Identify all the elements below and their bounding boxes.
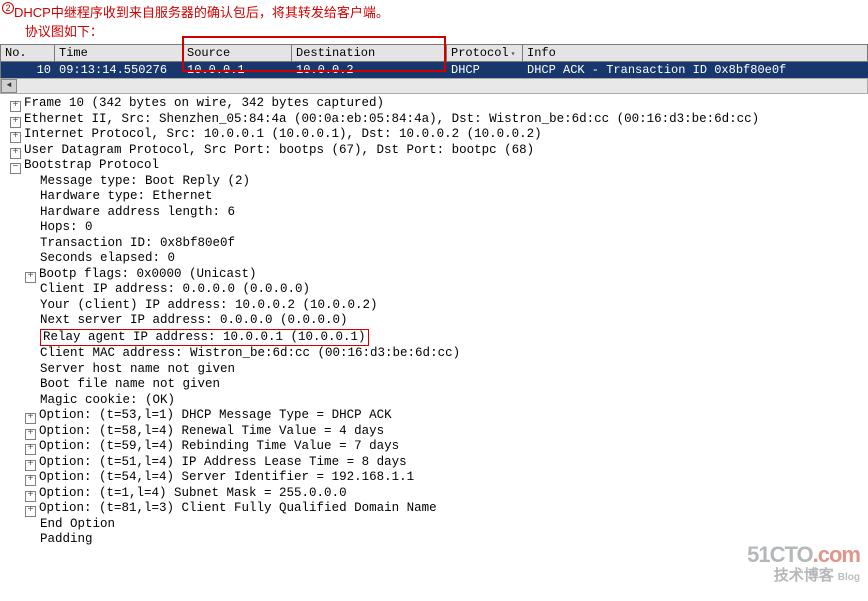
highlight-box-relay: Relay agent IP address: 10.0.0.1 (10.0.0… <box>40 329 369 347</box>
expand-icon[interactable]: + <box>10 101 21 112</box>
cell-time: 09:13:14.550276 <box>55 62 183 78</box>
tree-frame[interactable]: +Frame 10 (342 bytes on wire, 342 bytes … <box>0 96 868 112</box>
cell-no: 10 <box>1 62 55 78</box>
field-your-ip[interactable]: Your (client) IP address: 10.0.0.2 (10.0… <box>0 298 868 314</box>
watermark: 51CTO.com 技术博客Blog <box>747 544 860 583</box>
annotation-bullet: 2 <box>2 2 14 14</box>
tree-bootstrap[interactable]: −Bootstrap Protocol <box>0 158 868 174</box>
field-option-81[interactable]: +Option: (t=81,l=3) Client Fully Qualifi… <box>0 501 868 517</box>
expand-icon[interactable]: + <box>25 272 36 283</box>
field-option-54[interactable]: +Option: (t=54,l=4) Server Identifier = … <box>0 470 868 486</box>
field-seconds[interactable]: Seconds elapsed: 0 <box>0 251 868 267</box>
expand-icon[interactable]: + <box>25 413 36 424</box>
annotation-text: 2 DHCP中继程序收到来自服务器的确认包后，将其转发给客户端。 协议图如下： <box>0 0 868 40</box>
tree-ethernet[interactable]: +Ethernet II, Src: Shenzhen_05:84:4a (00… <box>0 112 868 128</box>
expand-icon[interactable]: + <box>10 117 21 128</box>
field-option-53[interactable]: +Option: (t=53,l=1) DHCP Message Type = … <box>0 408 868 424</box>
cell-info: DHCP ACK - Transaction ID 0x8bf80e0f <box>523 62 868 78</box>
expand-icon[interactable]: + <box>25 506 36 517</box>
tree-udp[interactable]: +User Datagram Protocol, Src Port: bootp… <box>0 143 868 159</box>
field-option-1[interactable]: +Option: (t=1,l=4) Subnet Mask = 255.0.0… <box>0 486 868 502</box>
packet-row-selected[interactable]: 10 09:13:14.550276 10.0.0.1 10.0.0.2 DHC… <box>0 62 868 78</box>
col-destination[interactable]: Destination <box>292 45 447 61</box>
expand-icon[interactable]: + <box>25 491 36 502</box>
field-option-58[interactable]: +Option: (t=58,l=4) Renewal Time Value =… <box>0 424 868 440</box>
field-hw-addr-len[interactable]: Hardware address length: 6 <box>0 205 868 221</box>
expand-icon[interactable]: + <box>10 132 21 143</box>
sort-arrow-icon: ▾ <box>511 50 516 59</box>
field-hardware-type[interactable]: Hardware type: Ethernet <box>0 189 868 205</box>
cell-destination: 10.0.0.2 <box>292 62 447 78</box>
field-magic-cookie[interactable]: Magic cookie: (OK) <box>0 393 868 409</box>
field-hops[interactable]: Hops: 0 <box>0 220 868 236</box>
field-next-server-ip[interactable]: Next server IP address: 0.0.0.0 (0.0.0.0… <box>0 313 868 329</box>
packet-list-header: No. Time Source Destination Protocol▾ In… <box>0 44 868 62</box>
col-info[interactable]: Info <box>523 45 868 61</box>
scroll-left-icon[interactable]: ◄ <box>1 79 17 93</box>
field-server-host[interactable]: Server host name not given <box>0 362 868 378</box>
field-end-option[interactable]: End Option <box>0 517 868 533</box>
field-option-51[interactable]: +Option: (t=51,l=4) IP Address Lease Tim… <box>0 455 868 471</box>
cell-protocol: DHCP <box>447 62 523 78</box>
col-time[interactable]: Time <box>55 45 183 61</box>
field-transaction-id[interactable]: Transaction ID: 0x8bf80e0f <box>0 236 868 252</box>
expand-icon[interactable]: + <box>25 475 36 486</box>
collapse-icon[interactable]: − <box>10 163 21 174</box>
tree-ip[interactable]: +Internet Protocol, Src: 10.0.0.1 (10.0.… <box>0 127 868 143</box>
field-boot-file[interactable]: Boot file name not given <box>0 377 868 393</box>
horizontal-scrollbar[interactable]: ◄ <box>0 78 868 94</box>
field-client-ip[interactable]: Client IP address: 0.0.0.0 (0.0.0.0) <box>0 282 868 298</box>
field-relay-agent-ip[interactable]: Relay agent IP address: 10.0.0.1 (10.0.0… <box>0 329 868 347</box>
field-message-type[interactable]: Message type: Boot Reply (2) <box>0 174 868 190</box>
expand-icon[interactable]: + <box>25 429 36 440</box>
field-bootp-flags[interactable]: +Bootp flags: 0x0000 (Unicast) <box>0 267 868 283</box>
expand-icon[interactable]: + <box>10 148 21 159</box>
cell-source: 10.0.0.1 <box>183 62 292 78</box>
col-protocol[interactable]: Protocol▾ <box>447 45 523 61</box>
col-source[interactable]: Source <box>183 45 292 61</box>
field-padding[interactable]: Padding <box>0 532 868 548</box>
field-client-mac[interactable]: Client MAC address: Wistron_be:6d:cc (00… <box>0 346 868 362</box>
annotation-line2: 协议图如下： <box>25 24 103 39</box>
field-option-59[interactable]: +Option: (t=59,l=4) Rebinding Time Value… <box>0 439 868 455</box>
packet-details-pane: +Frame 10 (342 bytes on wire, 342 bytes … <box>0 96 868 556</box>
col-no[interactable]: No. <box>1 45 55 61</box>
annotation-line1: DHCP中继程序收到来自服务器的确认包后，将其转发给客户端。 <box>14 5 389 20</box>
expand-icon[interactable]: + <box>25 460 36 471</box>
expand-icon[interactable]: + <box>25 444 36 455</box>
